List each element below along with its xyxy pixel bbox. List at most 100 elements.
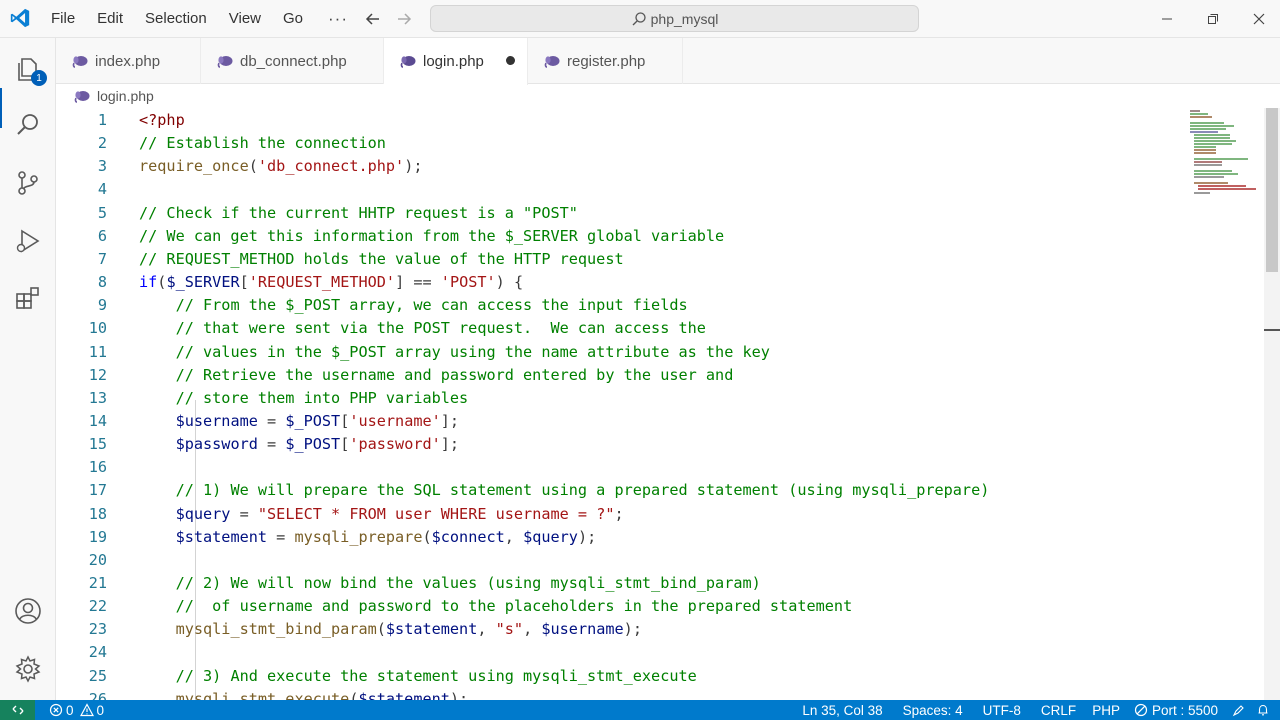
code-token: // values in the $_POST array using the … [175, 342, 770, 361]
code-token: ] == [395, 273, 441, 292]
remote-indicator[interactable] [0, 700, 35, 720]
breadcrumb-file[interactable]: login.php [97, 88, 154, 104]
code-token: if [139, 273, 158, 292]
explorer-badge: 1 [31, 70, 47, 86]
search-icon[interactable] [13, 110, 43, 140]
line-number: 5 [97, 203, 107, 222]
code-line[interactable]: 5 // Check if the current HHTP request is… [56, 202, 1186, 225]
restore-button[interactable] [1190, 0, 1236, 38]
code-line[interactable]: 4 [56, 178, 1186, 201]
minimap-line [1190, 110, 1200, 112]
code-text: // that were sent via the POST request. … [139, 317, 706, 340]
code-line[interactable]: 9 // From the $_POST array, we can acces… [56, 294, 1186, 317]
encoding[interactable]: UTF-8 [973, 703, 1031, 718]
php-elephant-icon [400, 56, 416, 68]
code-line[interactable]: 12 // Retrieve the username and password… [56, 364, 1186, 387]
command-center-search[interactable]: php_mysql [430, 5, 919, 32]
minimap-line [1194, 182, 1228, 184]
code-token: 'POST' [440, 273, 496, 292]
code-text: // values in the $_POST array using the … [139, 341, 770, 364]
menu-view[interactable]: View [218, 0, 272, 38]
live-server-port[interactable]: Port : 5500 [1126, 703, 1226, 718]
feedback-button[interactable] [1226, 703, 1252, 717]
menu-selection[interactable]: Selection [134, 0, 218, 38]
code-line[interactable]: 18 $query = "SELECT * FROM user WHERE us… [56, 503, 1186, 526]
status-bar-right: Ln 35, Col 38 Spaces: 4 UTF-8 CRLF PHP P… [792, 700, 1280, 720]
code-line[interactable]: 15 $password = $_POST['password']; [56, 433, 1186, 456]
code-text: // We can get this information from the … [139, 225, 724, 248]
cursor-position[interactable]: Ln 35, Col 38 [792, 703, 892, 718]
code-line[interactable]: 3 require_once('db_connect.php'); [56, 155, 1186, 178]
minimize-button[interactable] [1144, 0, 1190, 38]
indentation[interactable]: Spaces: 4 [893, 703, 973, 718]
code-line[interactable]: 13 // store them into PHP variables [56, 387, 1186, 410]
code-line[interactable]: 16 [56, 456, 1186, 479]
code-token: mysqli_prepare [294, 527, 423, 546]
code-line[interactable]: 26 mysqli_stmt_execute($statement); [56, 688, 1186, 700]
code-line[interactable]: 8 if($_SERVER['REQUEST_METHOD'] == 'POST'… [56, 271, 1186, 294]
code-token: $username [175, 411, 258, 430]
minimap-line [1194, 137, 1230, 139]
code-line[interactable]: 10 // that were sent via the POST reques… [56, 317, 1186, 340]
code-token: // We can get this information from the … [139, 226, 725, 245]
language-mode[interactable]: PHP [1086, 703, 1126, 718]
code-line[interactable]: 7 // REQUEST_METHOD holds the value of th… [56, 248, 1186, 271]
code-line[interactable]: 1 <?php [56, 109, 1186, 132]
tab-db-connect-php[interactable]: db_connect.php [201, 38, 384, 84]
code-token: ); [623, 620, 642, 639]
tab-login-php[interactable]: login.php [384, 38, 528, 85]
scrollbar-thumb[interactable] [1266, 108, 1278, 272]
code-line[interactable]: 19 $statement = mysqli_prepare($connect,… [56, 526, 1186, 549]
run-debug-icon[interactable] [13, 226, 43, 256]
minimap[interactable] [1188, 108, 1258, 208]
code-line[interactable]: 6 // We can get this information from the… [56, 225, 1186, 248]
unsaved-dot-icon[interactable] [506, 56, 515, 65]
code-token: mysqli_stmt_execute [175, 689, 350, 700]
code-token: // of username and password to the place… [175, 597, 853, 616]
minimap-line [1194, 149, 1216, 151]
code-token: ; [614, 504, 624, 523]
arrow-right-icon[interactable] [394, 9, 414, 29]
port-label: Port : 5500 [1151, 702, 1218, 718]
code-token: // store them into PHP variables [175, 388, 469, 407]
tab-label: db_connect.php [240, 52, 347, 70]
code-line[interactable]: 17 // 1) We will prepare the SQL stateme… [56, 479, 1186, 502]
tab-index-php[interactable]: index.php [56, 38, 201, 84]
extensions-icon[interactable] [13, 284, 43, 314]
account-icon[interactable] [13, 596, 43, 626]
code-line[interactable]: 14 $username = $_POST['username']; [56, 410, 1186, 433]
code-line[interactable]: 24 [56, 641, 1186, 664]
menu-go[interactable]: Go [272, 0, 314, 38]
code-token: ( [376, 620, 386, 639]
breadcrumb[interactable]: login.php [74, 85, 154, 107]
vertical-scrollbar[interactable] [1264, 108, 1280, 700]
code-line[interactable]: 25 // 3) And execute the statement using… [56, 665, 1186, 688]
code-token: ) { [495, 273, 524, 292]
code-line[interactable]: 22 // of username and password to the pl… [56, 595, 1186, 618]
code-line[interactable]: 21 // 2) We will now bind the values (us… [56, 572, 1186, 595]
code-line[interactable]: 11 // values in the $_POST array using t… [56, 341, 1186, 364]
code-token: // From the $_POST array, we can access … [175, 296, 688, 315]
more-menus-button[interactable]: ··· [314, 1, 356, 37]
problems-indicator[interactable]: 0 0 [35, 703, 110, 718]
end-of-line[interactable]: CRLF [1031, 703, 1086, 718]
menu-file[interactable]: File [40, 0, 86, 38]
source-control-icon[interactable] [13, 168, 43, 198]
code-editor[interactable]: 1 <?php 2 // Establish the connection 3 requi… [56, 108, 1264, 700]
notifications-button[interactable] [1252, 703, 1280, 717]
code-line[interactable]: 2 // Establish the connection [56, 132, 1186, 155]
tab-register-php[interactable]: register.php [528, 38, 683, 84]
arrow-left-icon[interactable] [363, 9, 383, 29]
settings-gear-icon[interactable] [13, 654, 43, 684]
code-line[interactable]: 23 mysqli_stmt_bind_param($statement, "s… [56, 618, 1186, 641]
code-line[interactable]: 20 [56, 549, 1186, 572]
close-window-button[interactable] [1236, 0, 1280, 38]
line-number: 9 [97, 296, 107, 315]
menu-edit[interactable]: Edit [86, 0, 134, 38]
line-number: 6 [97, 226, 107, 245]
